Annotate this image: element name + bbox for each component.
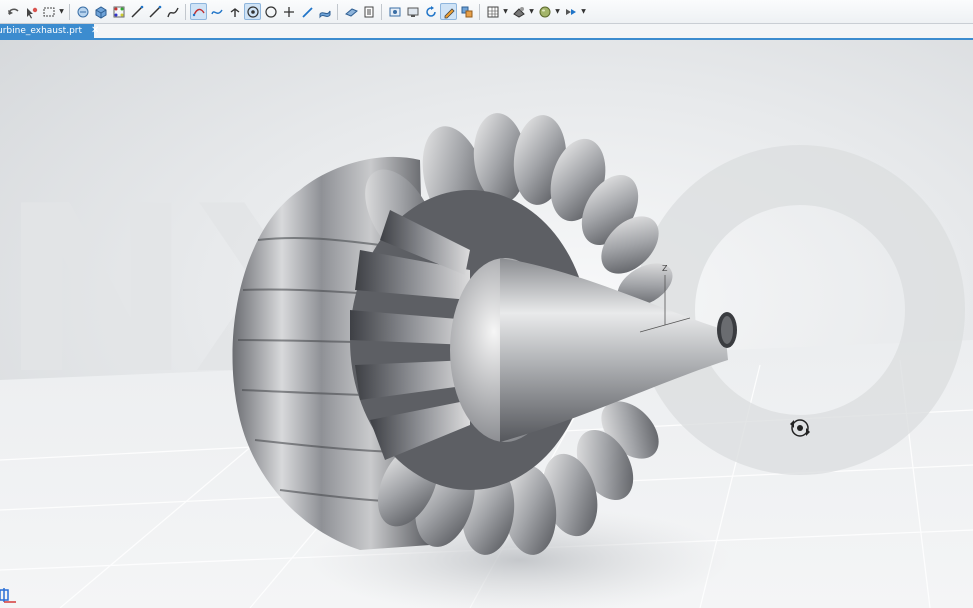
- circle-button[interactable]: [262, 3, 279, 20]
- point-icon: [246, 5, 259, 18]
- screen-button[interactable]: [404, 3, 421, 20]
- chevron-down-icon[interactable]: ▼: [528, 3, 535, 20]
- point-button[interactable]: [244, 3, 261, 20]
- select-filter-icon: [26, 7, 37, 18]
- line-button[interactable]: [128, 3, 145, 20]
- undo-icon: [7, 8, 19, 15]
- layer-button[interactable]: [360, 3, 377, 20]
- chevron-down-icon[interactable]: ▼: [502, 3, 509, 20]
- grid-button[interactable]: [484, 3, 501, 20]
- studio-spline-button[interactable]: [208, 3, 225, 20]
- document-tab-bar: urbine_exhaust.prt ✕: [0, 24, 973, 40]
- undo-button[interactable]: [4, 3, 21, 20]
- orient-icon: [565, 8, 576, 15]
- chevron-down-icon[interactable]: ▼: [58, 3, 65, 20]
- scene-canvas: NX: [0, 113, 973, 608]
- curve-icon: [192, 8, 205, 16]
- selection-box-button[interactable]: [40, 3, 57, 20]
- plane-icon: [344, 7, 358, 17]
- pen-button[interactable]: [298, 3, 315, 20]
- grid-icon: [487, 6, 498, 17]
- chevron-down-icon[interactable]: ▼: [580, 3, 587, 20]
- group-icon: [461, 6, 472, 17]
- refresh-button[interactable]: [422, 3, 439, 20]
- block-icon: [95, 5, 106, 19]
- document-tab-label[interactable]: urbine_exhaust.prt: [0, 24, 82, 38]
- plane-button[interactable]: [342, 3, 359, 20]
- curve-button[interactable]: [190, 3, 207, 20]
- close-tab-button[interactable]: ✕: [91, 26, 99, 36]
- sketch-button[interactable]: [74, 3, 91, 20]
- cross-icon: [283, 6, 294, 17]
- edit-sketch-button[interactable]: [440, 3, 457, 20]
- datum-axis-icon: [230, 7, 239, 17]
- toolbar-separator: [381, 3, 382, 20]
- screen-icon: [407, 7, 418, 17]
- select-filter-button[interactable]: [22, 3, 39, 20]
- layer-icon: [364, 6, 373, 17]
- orient-button[interactable]: [562, 3, 579, 20]
- group-button[interactable]: [458, 3, 475, 20]
- view-window-button[interactable]: [386, 3, 403, 20]
- sketch-icon: [77, 6, 88, 17]
- spline-button[interactable]: [164, 3, 181, 20]
- point-set-button[interactable]: [110, 3, 127, 20]
- selection-box-icon: [43, 7, 54, 16]
- view-window-icon: [389, 7, 400, 16]
- refresh-icon: [425, 5, 436, 17]
- document-tab[interactable]: urbine_exhaust.prt ✕: [0, 24, 99, 38]
- line-icon: [148, 5, 161, 18]
- cross-button[interactable]: [280, 3, 297, 20]
- block-button[interactable]: [92, 3, 109, 20]
- triad-z-label: Z: [662, 264, 668, 273]
- pen-icon: [301, 6, 313, 18]
- toolbar-separator: [185, 3, 186, 20]
- main-toolbar: ▼ ▼ ▼ ▼ ▼: [0, 0, 973, 24]
- edit-sketch-icon: [444, 7, 455, 18]
- chevron-down-icon[interactable]: ▼: [554, 3, 561, 20]
- spline-icon: [166, 7, 179, 17]
- studio-spline-icon: [210, 9, 223, 14]
- line-icon: [130, 5, 143, 18]
- toolbar-separator: [479, 3, 480, 20]
- sphere-button[interactable]: [536, 3, 553, 20]
- datum-axis-button[interactable]: [226, 3, 243, 20]
- circle-icon: [264, 5, 277, 18]
- graphics-viewport[interactable]: NX Z: [0, 40, 973, 608]
- line2-button[interactable]: [146, 3, 163, 20]
- sphere-icon: [539, 6, 550, 17]
- render-style-button[interactable]: [510, 3, 527, 20]
- surface-icon: [319, 10, 330, 18]
- point-set-icon: [113, 6, 124, 17]
- surface-button[interactable]: [316, 3, 333, 20]
- toolbar-separator: [69, 3, 70, 20]
- render-style-icon: [512, 6, 525, 18]
- toolbar-separator: [337, 3, 338, 20]
